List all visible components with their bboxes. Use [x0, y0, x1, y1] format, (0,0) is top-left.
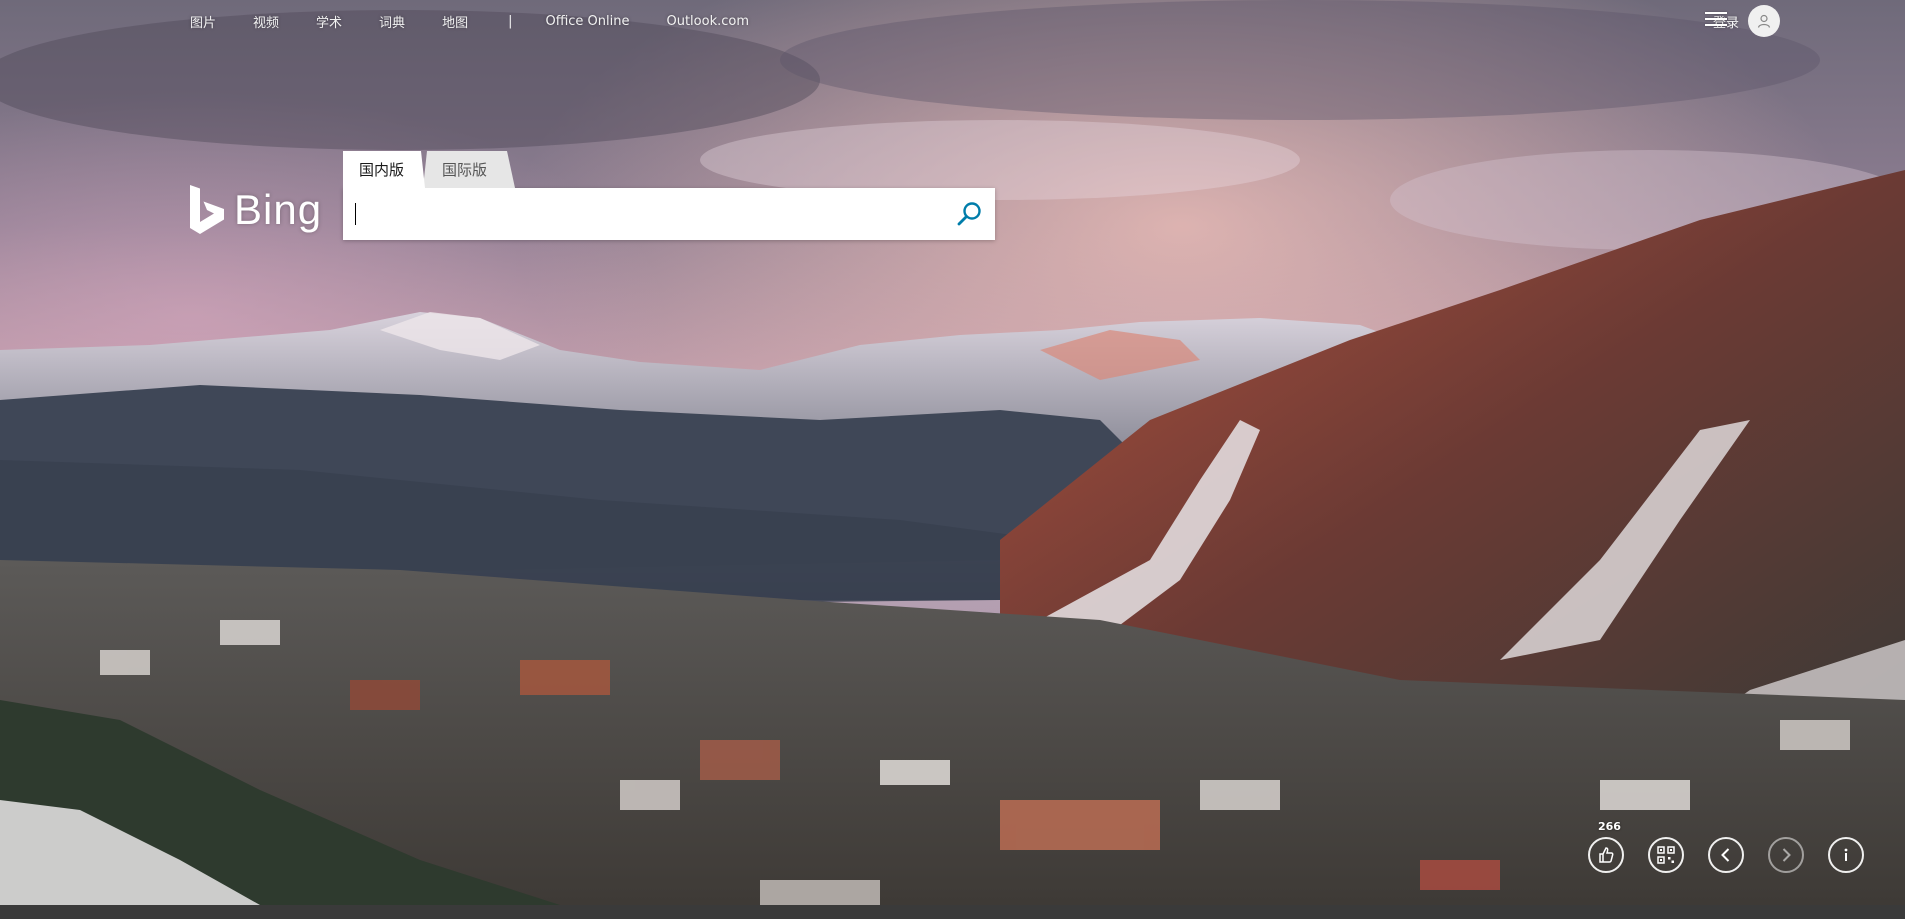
previous-image-button[interactable]	[1708, 837, 1744, 873]
top-nav: 图片 视频 学术 词典 地图 | Office Online Outlook.c…	[190, 11, 786, 31]
nav-item-academic[interactable]: 学术	[316, 12, 342, 31]
nav-separator: |	[508, 13, 513, 29]
previous-image-icon	[1721, 848, 1730, 862]
bottom-bar	[0, 905, 1905, 919]
like-count: 266	[1598, 820, 1621, 833]
next-image-button[interactable]	[1768, 837, 1804, 873]
nav-item-dictionary[interactable]: 词典	[379, 12, 405, 31]
background-image	[0, 0, 1905, 905]
info-icon	[1844, 848, 1848, 861]
search-input[interactable]	[353, 196, 937, 234]
search-icon	[957, 202, 981, 226]
nav-item-videos[interactable]: 视频	[253, 12, 279, 31]
like-button[interactable]: 266	[1588, 820, 1624, 873]
search-button[interactable]	[953, 197, 987, 231]
user-avatar-icon[interactable]	[1748, 5, 1780, 37]
search-box	[343, 188, 995, 240]
hamburger-menu-icon[interactable]	[1705, 12, 1727, 28]
logo-text: Bing	[234, 186, 323, 233]
info-button[interactable]	[1828, 837, 1864, 873]
like-icon	[1599, 847, 1614, 863]
bing-logo-icon	[190, 185, 224, 234]
nav-link-office-online[interactable]: Office Online	[545, 14, 629, 29]
nav-item-maps[interactable]: 地图	[442, 12, 468, 31]
bing-logo[interactable]: Bing	[188, 184, 322, 236]
qr-code-button[interactable]	[1648, 837, 1684, 873]
nav-item-images[interactable]: 图片	[190, 12, 216, 31]
next-image-icon	[1782, 848, 1791, 862]
text-caret	[355, 203, 356, 225]
nav-link-outlook[interactable]: Outlook.com	[666, 14, 749, 29]
qr-code-icon	[1657, 846, 1675, 864]
